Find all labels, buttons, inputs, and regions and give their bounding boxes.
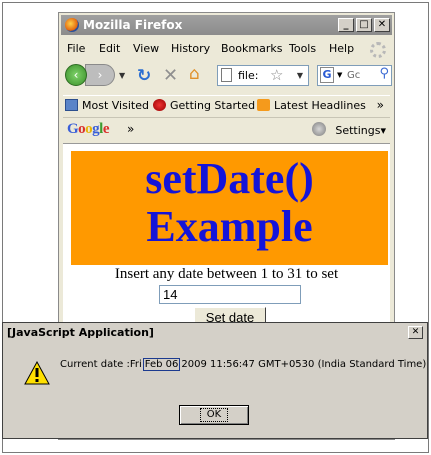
maximize-button[interactable]: □ xyxy=(356,18,372,32)
bookmark-label: Getting Started xyxy=(170,99,256,112)
page-icon xyxy=(221,68,232,82)
page-title: setDate() Example xyxy=(145,154,314,251)
search-icon[interactable]: ⚲ xyxy=(379,66,389,81)
dialog-title: [JavaScript Application] xyxy=(7,326,154,339)
google-toolbar-chevron[interactable]: » xyxy=(127,122,134,136)
search-engine-dropdown-icon[interactable]: ▼ xyxy=(337,71,342,79)
search-bar[interactable]: G ▼ Gc ⚲ xyxy=(317,65,392,86)
menu-bookmarks[interactable]: Bookmarks xyxy=(221,42,282,55)
javascript-alert-dialog: [JavaScript Application] ✕ Current date … xyxy=(2,322,428,439)
bookmark-most-visited[interactable]: Most Visited xyxy=(65,99,149,112)
minimize-button[interactable]: _ xyxy=(338,18,354,32)
bookmark-star-icon[interactable]: ☆ xyxy=(270,66,283,84)
menu-edit[interactable]: Edit xyxy=(99,42,120,55)
url-text: file: xyxy=(238,69,259,82)
heading-banner: setDate() Example xyxy=(71,151,388,265)
browser-titlebar: Mozilla Firefox _ □ ✕ xyxy=(61,15,392,35)
search-engine-icon[interactable]: G xyxy=(320,67,334,83)
navigation-toolbar: › ‹ ▼ ↻ ✕ ⌂ file: ☆ ▼ G ▼ Gc ⚲ xyxy=(63,61,392,91)
bookmark-getting-started[interactable]: Getting Started xyxy=(153,99,255,112)
history-dropdown-icon[interactable]: ▼ xyxy=(119,71,125,80)
warning-icon xyxy=(24,361,50,385)
gear-icon[interactable] xyxy=(312,122,326,136)
menu-view[interactable]: View xyxy=(133,42,159,55)
bookmarks-toolbar: Most Visited Getting Started Latest Head… xyxy=(63,95,390,116)
menu-file[interactable]: File xyxy=(67,42,85,55)
url-dropdown-icon[interactable]: ▼ xyxy=(297,71,303,80)
firefox-bookmark-icon xyxy=(153,99,166,111)
google-toolbar: Google » Settings▾ xyxy=(63,117,390,142)
folder-icon xyxy=(65,99,78,111)
google-logo: Google xyxy=(67,121,110,137)
ok-button[interactable]: OK xyxy=(179,405,249,425)
menu-history[interactable]: History xyxy=(171,42,210,55)
ok-label: OK xyxy=(199,408,229,422)
search-input[interactable]: Gc xyxy=(347,70,360,81)
bookmark-label: Most Visited xyxy=(82,99,149,112)
close-button[interactable]: ✕ xyxy=(374,18,390,32)
dialog-message: Current date :Fri Feb 06 2009 11:56:47 GMT… xyxy=(60,358,427,371)
menu-help[interactable]: Help xyxy=(329,42,354,55)
settings-button[interactable]: Settings▾ xyxy=(335,124,386,137)
window-title: Mozilla Firefox xyxy=(83,18,183,32)
url-bar[interactable]: file: ☆ ▼ xyxy=(217,65,309,86)
date-input[interactable] xyxy=(159,285,301,304)
reload-icon[interactable]: ↻ xyxy=(137,66,151,86)
bookmark-latest-headlines[interactable]: Latest Headlines xyxy=(257,99,366,112)
stop-icon[interactable]: ✕ xyxy=(163,65,178,86)
menu-bar: File Edit View History Bookmarks Tools H… xyxy=(63,39,390,59)
home-icon[interactable]: ⌂ xyxy=(189,64,200,84)
instruction-text: Insert any date between 1 to 31 to set xyxy=(114,266,339,282)
bookmarks-overflow-icon[interactable]: » xyxy=(377,98,384,112)
bookmark-label: Latest Headlines xyxy=(274,99,366,112)
message-prefix: Current date :Fri xyxy=(60,359,142,370)
menu-tools[interactable]: Tools xyxy=(289,42,316,55)
message-highlight: Feb 06 xyxy=(142,358,181,371)
message-suffix: 2009 11:56:47 GMT+0530 (India Standard T… xyxy=(181,359,427,370)
back-button[interactable]: ‹ xyxy=(65,64,87,86)
dialog-titlebar: [JavaScript Application] ✕ xyxy=(4,324,426,342)
firefox-logo-icon xyxy=(65,18,79,32)
settings-label: Settings xyxy=(335,124,381,137)
throbber-icon xyxy=(370,42,386,58)
forward-button[interactable]: › xyxy=(85,64,115,86)
dialog-close-button[interactable]: ✕ xyxy=(408,326,423,339)
rss-icon xyxy=(257,99,270,111)
